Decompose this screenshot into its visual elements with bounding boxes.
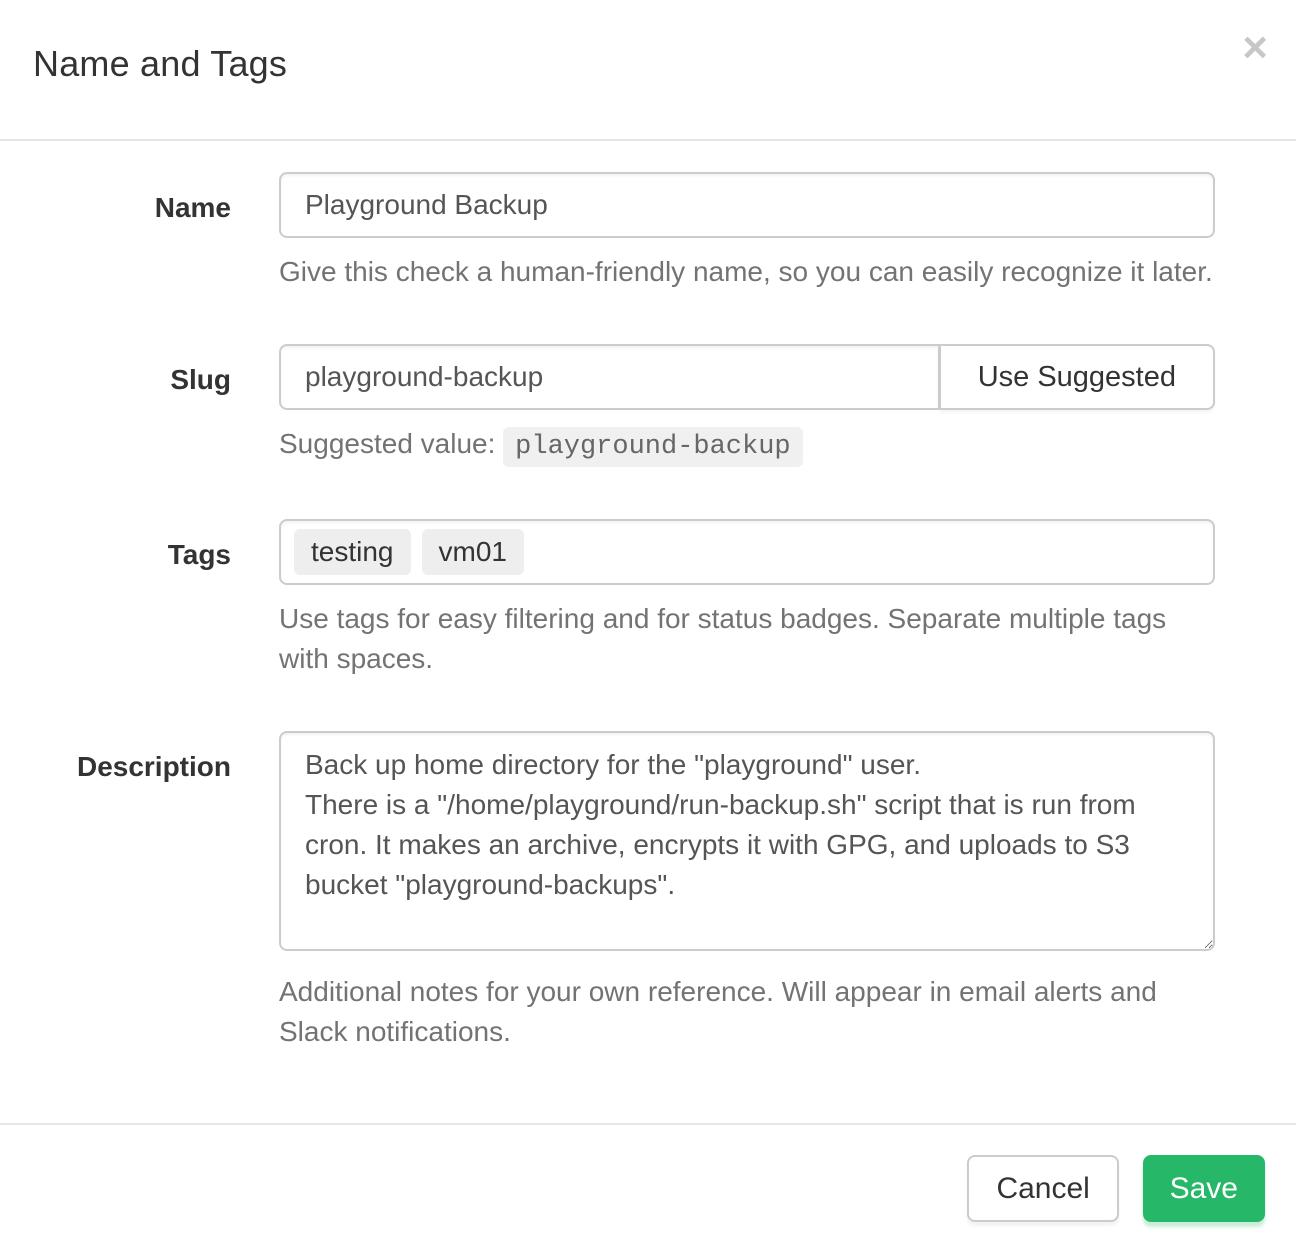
slug-input-group: Use Suggested <box>279 344 1215 410</box>
tags-input[interactable]: testing vm01 <box>279 519 1215 585</box>
use-suggested-button[interactable]: Use Suggested <box>940 344 1215 410</box>
name-help-text: Give this check a human-friendly name, s… <box>279 252 1215 292</box>
close-icon[interactable]: × <box>1242 26 1268 70</box>
tag-pill: testing <box>294 529 411 575</box>
description-help-text: Additional notes for your own reference.… <box>279 972 1215 1052</box>
slug-form-group: Slug Use Suggested Suggested value: play… <box>0 344 1215 467</box>
cancel-button[interactable]: Cancel <box>967 1155 1118 1222</box>
tags-label: Tags <box>168 539 231 570</box>
name-input[interactable] <box>279 172 1215 238</box>
description-textarea[interactable]: Back up home directory for the "playgrou… <box>279 731 1215 951</box>
name-tags-modal: Name and Tags × Name Give this check a h… <box>0 0 1296 1254</box>
slug-label: Slug <box>170 364 231 395</box>
tag-pill: vm01 <box>422 529 524 575</box>
page-title: Name and Tags <box>33 46 1263 82</box>
suggested-value-code: playground-backup <box>503 427 802 467</box>
modal-footer: Cancel Save <box>0 1123 1296 1254</box>
modal-header: Name and Tags × <box>0 0 1296 141</box>
tags-help-text: Use tags for easy filtering and for stat… <box>279 599 1215 679</box>
tags-form-group: Tags testing vm01 Use tags for easy filt… <box>0 519 1215 679</box>
slug-input[interactable] <box>279 344 940 410</box>
description-form-group: Description Back up home directory for t… <box>0 731 1215 1052</box>
name-form-group: Name Give this check a human-friendly na… <box>0 172 1215 292</box>
save-button[interactable]: Save <box>1143 1155 1265 1222</box>
slug-help-text: Suggested value: playground-backup <box>279 424 1215 467</box>
description-label: Description <box>77 751 231 782</box>
name-label: Name <box>155 192 231 223</box>
modal-body: Name Give this check a human-friendly na… <box>0 141 1296 1123</box>
suggested-value-prefix: Suggested value: <box>279 428 495 459</box>
